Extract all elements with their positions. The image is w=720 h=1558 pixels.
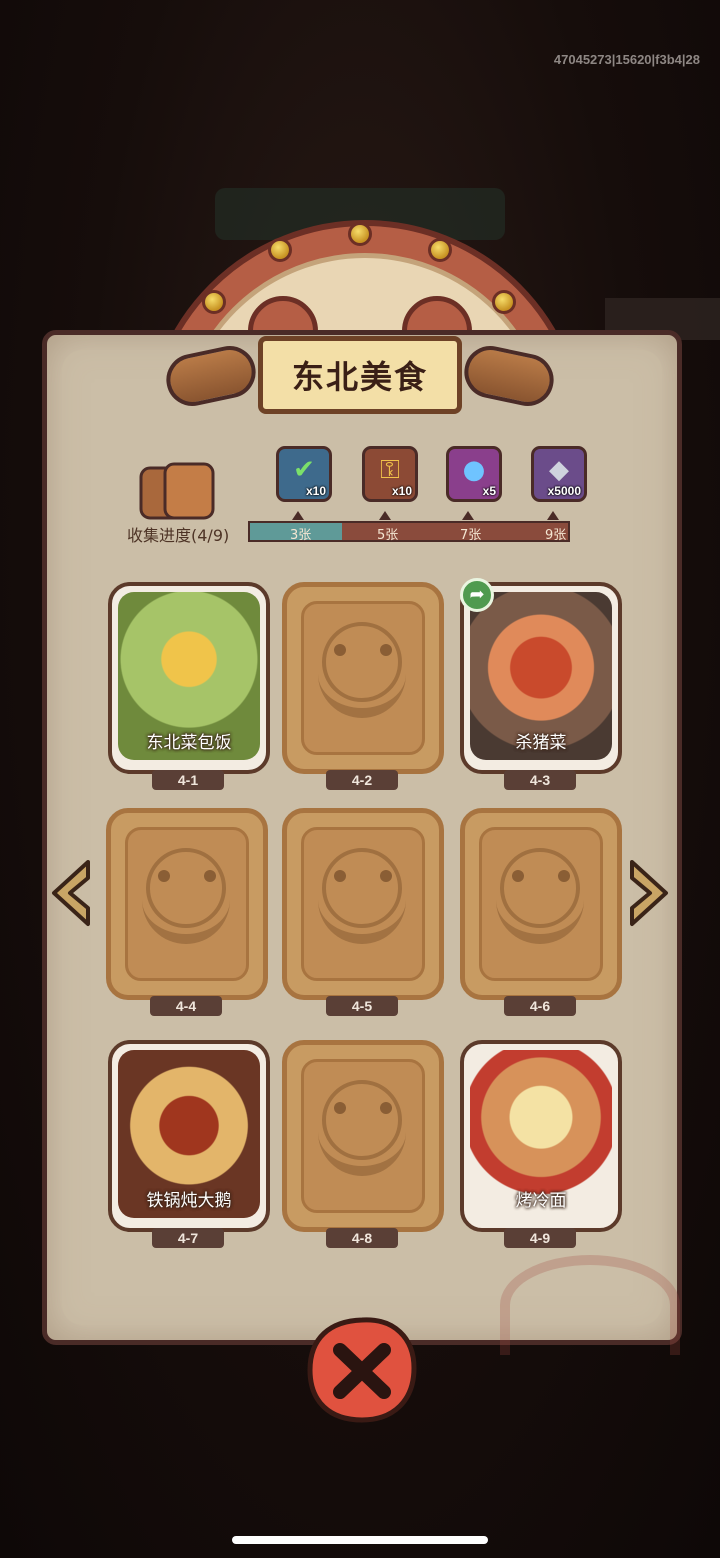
food-card[interactable]: 东北菜包饭 4-1 — [108, 582, 270, 794]
card-number: 4-8 — [326, 1228, 398, 1248]
milestone-label: 3张 — [290, 528, 312, 543]
gold-key-icon: ⚿ — [380, 455, 400, 485]
locked-face-eye — [204, 870, 216, 882]
silver-crystal-icon: ◆ — [549, 455, 569, 485]
reward-crystal[interactable]: ◆ x5000 — [531, 446, 587, 502]
card-number: 4-3 — [504, 770, 576, 790]
food-card[interactable]: 烤冷面 4-9 — [460, 1040, 622, 1252]
close-button[interactable] — [306, 1316, 418, 1424]
prev-page-arrow-icon[interactable] — [48, 858, 94, 928]
locked-face-eye — [558, 870, 570, 882]
locked-face-eye — [334, 644, 346, 656]
locked-face-eye — [380, 1102, 392, 1114]
milestone-marker — [547, 511, 559, 520]
next-page-arrow-icon[interactable] — [626, 858, 672, 928]
card-number: 4-4 — [150, 996, 222, 1016]
milestone-label: 5张 — [377, 528, 399, 543]
food-card[interactable]: 铁锅炖大鹅 4-7 — [108, 1040, 270, 1252]
home-indicator[interactable] — [232, 1536, 488, 1544]
locked-face-eye — [380, 870, 392, 882]
dish-name: 烤冷面 — [515, 1191, 567, 1211]
locked-face-eye — [380, 644, 392, 656]
card-number: 4-5 — [326, 996, 398, 1016]
gold-stud-icon — [492, 290, 516, 314]
food-card[interactable]: 4-2 — [282, 582, 444, 794]
title-banner: 东北美食 — [258, 336, 462, 414]
milestone-marker — [292, 511, 304, 520]
milestone-label: 9张 — [545, 528, 567, 543]
gold-stud-icon — [428, 238, 452, 262]
milestone-marker — [379, 511, 391, 520]
gold-stud-icon — [268, 238, 292, 262]
food-card[interactable]: 4-8 — [282, 1040, 444, 1252]
gold-stud-icon — [348, 222, 372, 246]
reward-key[interactable]: ⚿ x10 — [362, 446, 418, 502]
locked-face-eye — [334, 1102, 346, 1114]
locked-face-eye — [512, 870, 524, 882]
card-number: 4-2 — [326, 770, 398, 790]
reward-count: x10 — [305, 484, 326, 498]
locked-face-eye — [334, 870, 346, 882]
card-stack-icon — [139, 462, 215, 520]
reward-orb[interactable]: ● x5 — [446, 446, 502, 502]
reward-chest[interactable]: ✔ x10 — [276, 446, 332, 502]
food-card[interactable]: 4-5 — [282, 808, 444, 1020]
gold-stud-icon — [202, 290, 226, 314]
food-card[interactable]: 杀猪菜 4-3 — [460, 582, 622, 794]
food-card[interactable]: 4-4 — [106, 808, 268, 1020]
share-button[interactable]: ➦ — [460, 578, 494, 612]
dish-name: 东北菜包饭 — [146, 733, 232, 753]
purple-orb-icon: ● — [462, 455, 486, 485]
card-number: 4-6 — [504, 996, 576, 1016]
dish-name: 杀猪菜 — [515, 733, 567, 753]
reward-count: x10 — [391, 484, 412, 498]
panel-title: 东北美食 — [291, 358, 428, 396]
dish-name: 铁锅炖大鹅 — [146, 1191, 232, 1211]
card-number: 4-7 — [152, 1228, 224, 1248]
milestone-label: 7张 — [460, 528, 482, 543]
card-number: 4-9 — [504, 1228, 576, 1248]
reward-count: x5000 — [547, 484, 581, 498]
debug-id-text: 47045273|15620|f3b4|28 — [553, 52, 700, 67]
locked-face-eye — [158, 870, 170, 882]
card-number: 4-1 — [152, 770, 224, 790]
reward-count: x5 — [482, 484, 496, 498]
stamp-seal — [500, 1255, 680, 1355]
collection-progress-label: 收集进度(4/9) — [127, 526, 230, 545]
treasure-chest-check-icon: ✔ — [293, 455, 315, 485]
food-card[interactable]: 4-6 — [460, 808, 622, 1020]
milestone-marker — [462, 511, 474, 520]
